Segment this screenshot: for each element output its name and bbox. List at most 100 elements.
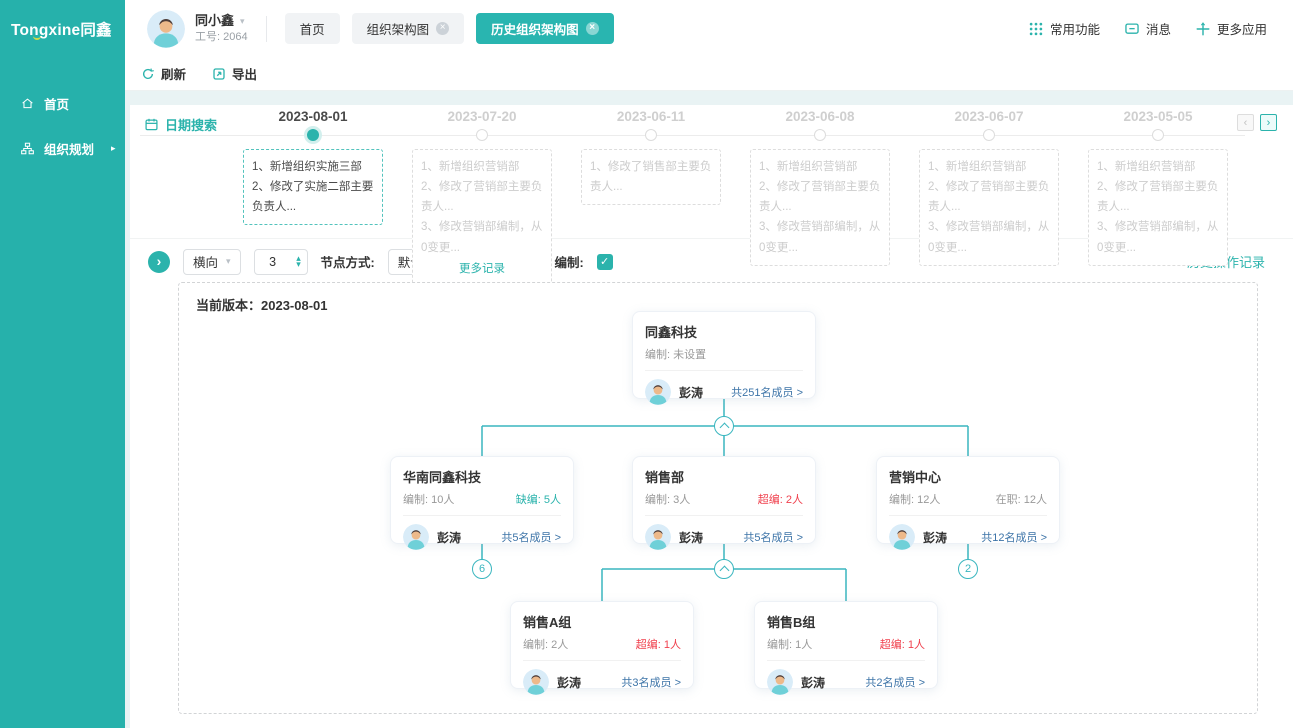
- user-menu[interactable]: 同小鑫 ▾ 工号: 2064: [125, 10, 248, 48]
- members-link[interactable]: 共3名成员 >: [621, 674, 681, 690]
- user-avatar: [147, 10, 185, 48]
- org-node-title: 销售B组: [767, 612, 925, 631]
- status-badge: 在职: 12人: [996, 491, 1047, 507]
- expand-panel-button[interactable]: ›: [148, 251, 170, 273]
- timeline-change-card: 1、新增组织营销部 2、修改了营销部主要负责人... 3、修改营销部编制，从0变…: [750, 149, 890, 266]
- status-badge: 超编: 2人: [758, 491, 803, 507]
- export-button[interactable]: 导出: [212, 64, 257, 83]
- employee-number: 工号: 2064: [195, 30, 248, 45]
- sidebar-item-org-planning[interactable]: 组织规划 ▸: [0, 126, 125, 171]
- leader-avatar: [767, 669, 793, 695]
- establishment-toggle-label: 编制:: [554, 252, 583, 271]
- org-node-meta: 编制: 12人 在职: 12人: [889, 491, 1047, 516]
- timeline-entry: 2023-06-07 1、新增组织营销部 2、修改了营销部主要负责人... 3、…: [907, 109, 1071, 124]
- establishment-value: 编制: 2人: [523, 636, 568, 652]
- org-node-meta: 编制: 3人 超编: 2人: [645, 491, 803, 516]
- org-node-sales[interactable]: 销售部 编制: 3人 超编: 2人 彭涛 共5名成员 >: [632, 456, 816, 544]
- main-panel: 日期搜索 2023-08-01 1、新增组织实施三部 2、修改了实施二部主要负责…: [130, 105, 1293, 728]
- collapse-toggle-sales[interactable]: [714, 559, 734, 579]
- timeline-dot[interactable]: [307, 129, 319, 141]
- tab-org-chart[interactable]: 组织架构图 ×: [352, 13, 465, 44]
- timeline-dot[interactable]: [1152, 129, 1164, 141]
- stepper-arrows[interactable]: ▴ ▾: [291, 256, 307, 267]
- sidebar-item-label: 首页: [44, 94, 69, 113]
- collapse-toggle-root[interactable]: [714, 416, 734, 436]
- chevron-right-icon[interactable]: ▸: [111, 143, 116, 154]
- org-node-meta: 编制: 10人 缺编: 5人: [403, 491, 561, 516]
- collapsed-count-badge-marketing[interactable]: 2: [958, 559, 978, 579]
- direction-select[interactable]: 横向 ▾: [183, 249, 241, 275]
- user-meta: 同小鑫 ▾ 工号: 2064: [195, 12, 248, 44]
- timeline-entry: 2023-06-11 1、修改了销售部主要负责人...: [569, 109, 733, 124]
- timeline-dot[interactable]: [645, 129, 657, 141]
- members-link[interactable]: 共5名成员 >: [743, 529, 803, 545]
- common-functions-button[interactable]: 常用功能: [1028, 19, 1100, 38]
- members-link[interactable]: 共251名成员 >: [731, 384, 803, 400]
- leader-avatar: [523, 669, 549, 695]
- more-records-link[interactable]: 更多记录: [421, 259, 543, 279]
- chevron-down-icon[interactable]: ▾: [240, 15, 245, 27]
- messages-button[interactable]: 消息: [1124, 19, 1171, 38]
- change-item: 1、新增组织营销部: [928, 157, 1050, 177]
- leader-name: 彭涛: [679, 529, 703, 546]
- close-icon[interactable]: ×: [586, 22, 599, 35]
- establishment-value: 编制: 10人: [403, 491, 454, 507]
- members-link[interactable]: 共2名成员 >: [865, 674, 925, 690]
- timeline-next-button[interactable]: ›: [1260, 114, 1277, 131]
- timeline-date[interactable]: 2023-06-07: [907, 109, 1071, 124]
- org-node-sales-a[interactable]: 销售A组 编制: 2人 超编: 1人 彭涛 共3名成员 >: [510, 601, 694, 689]
- establishment-checkbox[interactable]: ✓: [597, 254, 613, 270]
- timeline-date[interactable]: 2023-05-05: [1076, 109, 1240, 124]
- status-badge: 缺编: 5人: [516, 491, 561, 507]
- stepper-down-icon[interactable]: ▾: [296, 262, 301, 268]
- org-node-huanan[interactable]: 华南同鑫科技 编制: 10人 缺编: 5人 彭涛 共5名成员 >: [390, 456, 574, 544]
- org-node-root[interactable]: 同鑫科技 编制: 未设置 彭涛 共251名成员 >: [632, 311, 816, 399]
- leader-avatar: [645, 524, 671, 550]
- app-window: Tongxine同鑫 首页 组织规划 ▸: [0, 0, 1293, 728]
- leader-name: 彭涛: [679, 384, 703, 401]
- timeline-dot[interactable]: [814, 129, 826, 141]
- tab-bar: 首页 组织架构图 × 历史组织架构图 ×: [285, 13, 614, 44]
- refresh-button[interactable]: 刷新: [141, 64, 186, 83]
- org-node-marketing[interactable]: 营销中心 编制: 12人 在职: 12人 彭涛 共12名成员 >: [876, 456, 1060, 544]
- timeline-dot[interactable]: [476, 129, 488, 141]
- export-icon: [212, 67, 226, 81]
- timeline-dot[interactable]: [983, 129, 995, 141]
- change-item: 3、修改营销部编制，从0变更...: [421, 217, 543, 257]
- change-item: 2、修改了营销部主要负责人...: [928, 177, 1050, 217]
- change-item: 3、修改营销部编制，从0变更...: [928, 217, 1050, 257]
- timeline-change-card: 1、新增组织营销部 2、修改了营销部主要负责人... 3、修改营销部编制，从0变…: [919, 149, 1059, 266]
- tab-home[interactable]: 首页: [285, 13, 340, 44]
- timeline-date[interactable]: 2023-06-08: [738, 109, 902, 124]
- status-badge: 超编: 1人: [636, 636, 681, 652]
- home-icon: [20, 96, 35, 111]
- close-icon[interactable]: ×: [436, 22, 449, 35]
- change-item: 1、新增组织营销部: [421, 157, 543, 177]
- collapsed-count-badge-huanan[interactable]: 6: [472, 559, 492, 579]
- depth-value: 3: [255, 255, 291, 269]
- timeline-axis: [140, 135, 1245, 136]
- change-item: 2、修改了营销部主要负责人...: [421, 177, 543, 217]
- quick-actions: 常用功能 消息 更多应用: [1028, 19, 1293, 38]
- change-item: 1、新增组织营销部: [1097, 157, 1219, 177]
- toolbar: 刷新 导出: [125, 57, 1293, 91]
- depth-stepper[interactable]: 3 ▴ ▾: [254, 249, 308, 275]
- brand-logo-text: Tongxine同鑫: [11, 18, 112, 40]
- timeline-date[interactable]: 2023-08-01: [231, 109, 395, 124]
- date-search-button[interactable]: 日期搜索: [144, 115, 217, 134]
- timeline-prev-button[interactable]: ‹: [1237, 114, 1254, 131]
- timeline-date[interactable]: 2023-06-11: [569, 109, 733, 124]
- leader-name: 彭涛: [557, 674, 581, 691]
- more-apps-button[interactable]: 更多应用: [1195, 19, 1267, 38]
- members-link[interactable]: 共5名成员 >: [501, 529, 561, 545]
- calendar-icon: [144, 117, 159, 132]
- members-link[interactable]: 共12名成员 >: [981, 529, 1047, 545]
- org-node-sales-b[interactable]: 销售B组 编制: 1人 超编: 1人 彭涛 共2名成员 >: [754, 601, 938, 689]
- tab-history-org-chart[interactable]: 历史组织架构图 ×: [476, 13, 614, 44]
- establishment-value: 编制: 1人: [767, 636, 812, 652]
- sidebar-nav: 首页 组织规划 ▸: [0, 57, 125, 171]
- caret-down-icon: ▾: [226, 256, 231, 267]
- change-item: 2、修改了营销部主要负责人...: [1097, 177, 1219, 217]
- sidebar-item-home[interactable]: 首页: [0, 81, 125, 126]
- timeline-date[interactable]: 2023-07-20: [400, 109, 564, 124]
